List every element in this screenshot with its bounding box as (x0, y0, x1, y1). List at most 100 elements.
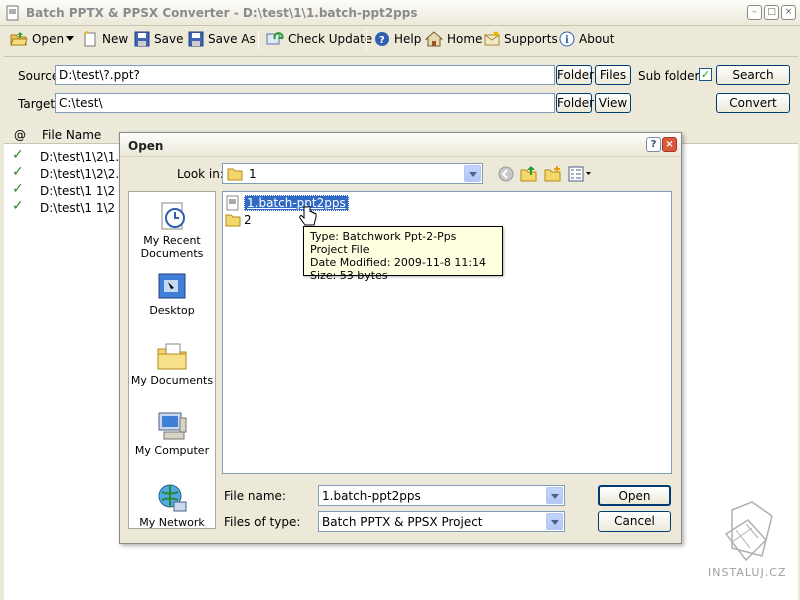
supports-button[interactable]: Supports (484, 28, 558, 50)
dialog-help-button[interactable]: ? (646, 137, 661, 152)
place-my-network[interactable]: My Network (129, 482, 215, 529)
dialog-cancel-button[interactable]: Cancel (598, 511, 671, 532)
status-column-header[interactable]: @ (14, 128, 26, 142)
my-network-icon (158, 484, 187, 512)
place-my-computer[interactable]: My Computer (129, 410, 215, 457)
new-folder-icon[interactable] (544, 165, 562, 182)
open-button[interactable]: Open (10, 28, 64, 50)
file-browser: 1.batch-ppt2pps 2 Type: Batchwork Ppt-2-… (222, 191, 672, 474)
subfolders-checkbox[interactable]: ✓ (699, 68, 712, 81)
home-button[interactable]: Home (425, 28, 482, 50)
files-of-type-combo[interactable]: Batch PPTX & PPSX Project (318, 511, 565, 532)
save-button[interactable]: Save (134, 28, 183, 50)
chevron-down-icon[interactable] (464, 165, 481, 182)
place-my-recent-documents[interactable]: My Recent Documents (129, 200, 215, 260)
app-icon (6, 5, 19, 21)
back-icon[interactable] (498, 166, 514, 182)
check-update-button[interactable]: Check Update (266, 28, 372, 50)
file-item-folder-2[interactable]: 2 (225, 213, 252, 227)
home-label: Home (447, 32, 483, 46)
list-item[interactable]: ✓ D:\test\1\2\2.pp (4, 164, 134, 182)
check-icon: ✓ (12, 164, 24, 180)
home-icon (425, 31, 443, 47)
files-of-type-label: Files of type: (224, 515, 301, 529)
about-label: About (579, 32, 615, 46)
list-item[interactable]: ✓ D:\test\1 1\2 2\ (4, 181, 131, 199)
file-name: D:\test\1 1\2 2\ (40, 184, 131, 198)
tooltip-modified: Date Modified: 2009-11-8 11:14 (310, 256, 487, 269)
project-file-icon (226, 195, 239, 211)
check-icon: ✓ (12, 198, 24, 214)
target-folder-button[interactable]: Folder (556, 93, 594, 113)
open-dialog: Open ? × Look in: 1 My Recent Documents … (119, 132, 682, 544)
check-icon: ✓ (12, 147, 24, 163)
source-input[interactable]: D:\test\?.ppt? (55, 65, 555, 85)
tooltip-size: Size: 53 bytes (310, 269, 388, 282)
save-label: Save (154, 32, 184, 46)
help-button[interactable]: ? Help (374, 28, 421, 50)
new-file-icon (84, 31, 96, 47)
file-name: 1.batch-ppt2pps (244, 195, 349, 211)
help-label: Help (394, 32, 422, 46)
target-label: Target (18, 97, 56, 111)
source-label: Source (18, 69, 60, 83)
supports-label: Supports (504, 32, 558, 46)
hand-cursor-icon (299, 206, 317, 226)
place-label: My Computer (134, 444, 210, 457)
my-documents-icon (157, 343, 187, 370)
list-item[interactable]: ✓ D:\test\1 1\2 2\ (4, 198, 131, 216)
dialog-title: Open (128, 139, 164, 153)
convert-button[interactable]: Convert (716, 93, 790, 113)
target-view-button[interactable]: View (595, 93, 631, 113)
watermark-logo-icon (724, 501, 773, 562)
look-in-value: 1 (249, 167, 257, 181)
place-label: My Recent Documents (140, 234, 204, 260)
places-bar: My Recent Documents Desktop My Documents… (128, 191, 216, 529)
open-dropdown-button[interactable] (66, 28, 74, 50)
look-in-label: Look in: (177, 167, 224, 181)
help-icon: ? (375, 32, 389, 46)
views-menu-icon[interactable] (568, 166, 592, 182)
up-folder-icon[interactable] (520, 165, 538, 182)
dialog-open-button[interactable]: Open (598, 485, 671, 506)
chevron-down-icon[interactable] (546, 487, 563, 504)
save-as-button[interactable]: Save As (188, 28, 256, 50)
search-button[interactable]: Search (716, 65, 790, 85)
place-desktop[interactable]: Desktop (129, 270, 215, 317)
title-bar: Batch PPTX & PPSX Converter - D:\test\1\… (0, 0, 800, 26)
desktop-icon (158, 273, 186, 299)
toolbar-separator (366, 30, 367, 50)
source-target-panel: Source D:\test\?.ppt? Folder Files Sub f… (4, 56, 798, 124)
look-in-combo[interactable]: 1 (222, 163, 483, 184)
filename-column-header[interactable]: File Name (42, 128, 101, 142)
check-icon: ✓ (12, 181, 24, 197)
subfolders-label: Sub folders (638, 69, 706, 83)
list-item[interactable]: ✓ D:\test\1\2\1.pp (4, 147, 134, 165)
target-input[interactable]: C:\test\ (55, 93, 555, 113)
save-as-icon (188, 31, 204, 47)
file-item-project[interactable]: 1.batch-ppt2pps (225, 195, 349, 211)
chevron-down-icon[interactable] (546, 513, 563, 530)
minimize-button[interactable]: – (747, 5, 762, 20)
source-folder-button[interactable]: Folder (556, 65, 594, 85)
file-name: 2 (244, 213, 252, 227)
dialog-close-button[interactable]: × (662, 137, 677, 152)
svg-text:i: i (565, 35, 569, 46)
svg-text:?: ? (379, 35, 385, 46)
save-as-label: Save As (208, 32, 256, 46)
file-name-combo[interactable]: 1.batch-ppt2pps (318, 485, 565, 506)
place-my-documents[interactable]: My Documents (129, 340, 215, 387)
maximize-button[interactable]: □ (764, 5, 779, 20)
place-label: My Documents (130, 374, 214, 387)
close-button[interactable]: × (781, 5, 796, 20)
about-button[interactable]: i About (559, 28, 614, 50)
save-icon (134, 31, 150, 47)
dialog-title-bar: Open ? × (120, 133, 681, 157)
tooltip-type: Type: Batchwork Ppt-2-Pps Project File (310, 230, 457, 256)
toolbar-separator (258, 30, 259, 50)
source-files-button[interactable]: Files (595, 65, 631, 85)
info-icon: i (559, 31, 575, 47)
file-info-tooltip: Type: Batchwork Ppt-2-Pps Project File D… (303, 226, 503, 282)
watermark: INSTALUJ.CZ (708, 500, 785, 580)
new-button[interactable]: New (82, 28, 128, 50)
